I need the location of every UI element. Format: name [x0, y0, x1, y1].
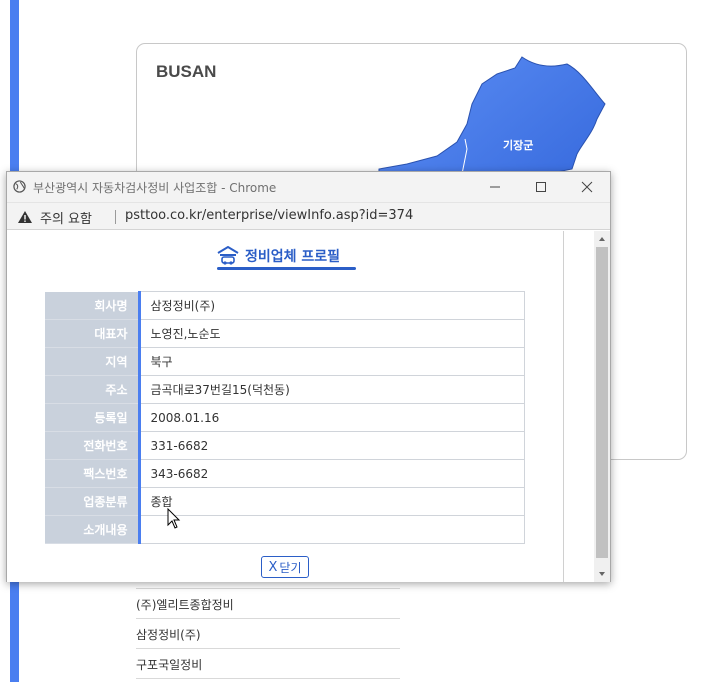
field-value: 종합 — [139, 487, 525, 516]
url-text[interactable]: psttoo.co.kr/enterprise/viewInfo.asp?id=… — [125, 208, 413, 223]
list-item[interactable]: (주)엘리트종합정비 — [136, 589, 400, 619]
close-icon — [581, 181, 593, 193]
enterprise-list: (주)엘리트종합정비 삼정정비(주) 구포국일정비 — [136, 575, 400, 679]
scroll-up-icon[interactable] — [598, 235, 606, 243]
minimize-icon — [490, 186, 500, 188]
field-value: 노영진,노순도 — [139, 319, 525, 348]
profile-table: 회사명 삼정정비(주) 대표자 노영진,노순도 지역 북구 주소 금곡대로37번길15(… — [45, 291, 525, 544]
address-bar: 주의 요함 psttoo.co.kr/enterprise/viewInfo.a… — [7, 202, 610, 230]
field-value: 삼정정비(주) — [139, 291, 525, 320]
window-title: 부산광역시 자동차검사정비 사업조합 - Chrome — [33, 181, 277, 195]
globe-icon — [13, 180, 26, 193]
close-x-icon: X — [268, 559, 278, 575]
field-label: 전화번호 — [45, 431, 141, 460]
close-profile-button[interactable]: X 닫기 — [261, 556, 309, 578]
list-item[interactable]: 삼정정비(주) — [136, 619, 400, 649]
popup-content: 정비업체 프로필 회사명 삼정정비(주) 대표자 노영진,노순도 지역 북구 주소 금곡… — [7, 231, 563, 582]
field-label: 등록일 — [45, 403, 141, 432]
table-row: 소개내용 — [45, 515, 525, 544]
security-warning-text[interactable]: 주의 요함 — [40, 208, 92, 227]
minimize-button[interactable] — [472, 172, 518, 202]
field-value: 북구 — [139, 347, 525, 376]
field-label: 업종분류 — [45, 487, 141, 516]
table-row: 대표자 노영진,노순도 — [45, 319, 525, 348]
field-value: 금곡대로37번길15(덕천동) — [139, 375, 525, 404]
field-value — [139, 515, 525, 544]
scroll-down-icon[interactable] — [598, 570, 606, 578]
field-value: 331-6682 — [139, 431, 525, 460]
heading-underline — [217, 267, 356, 270]
mouse-cursor-icon — [167, 508, 181, 529]
popup-window: 부산광역시 자동차검사정비 사업조합 - Chrome 주의 요함 psttoo… — [6, 171, 611, 582]
maximize-button[interactable] — [518, 172, 564, 202]
field-value: 2008.01.16 — [139, 403, 525, 432]
field-label: 대표자 — [45, 319, 141, 348]
table-row: 팩스번호 343-6682 — [45, 459, 525, 488]
table-row: 등록일 2008.01.16 — [45, 403, 525, 432]
warning-icon[interactable] — [17, 210, 33, 224]
region-label-gijang: 기장군 — [503, 139, 534, 152]
close-button-label: 닫기 — [279, 560, 302, 575]
address-separator — [115, 210, 116, 224]
table-row: 주소 금곡대로37번길15(덕천동) — [45, 375, 525, 404]
field-label: 팩스번호 — [45, 459, 141, 488]
list-item[interactable]: 구포국일정비 — [136, 649, 400, 679]
profile-heading-text: 정비업체 프로필 — [245, 249, 341, 265]
maximize-icon — [536, 182, 546, 192]
field-label: 소개내용 — [45, 515, 141, 544]
field-label: 회사명 — [45, 291, 141, 320]
field-label: 주소 — [45, 375, 141, 404]
scroll-thumb[interactable] — [596, 247, 608, 558]
table-row: 지역 북구 — [45, 347, 525, 376]
vertical-scrollbar[interactable] — [594, 231, 610, 582]
garage-icon — [217, 246, 239, 265]
field-value: 343-6682 — [139, 459, 525, 488]
table-row: 업종분류 종합 — [45, 487, 525, 516]
field-label: 지역 — [45, 347, 141, 376]
window-titlebar[interactable]: 부산광역시 자동차검사정비 사업조합 - Chrome — [7, 172, 610, 202]
close-window-button[interactable] — [564, 172, 610, 202]
table-row: 전화번호 331-6682 — [45, 431, 525, 460]
table-row: 회사명 삼정정비(주) — [45, 291, 525, 320]
